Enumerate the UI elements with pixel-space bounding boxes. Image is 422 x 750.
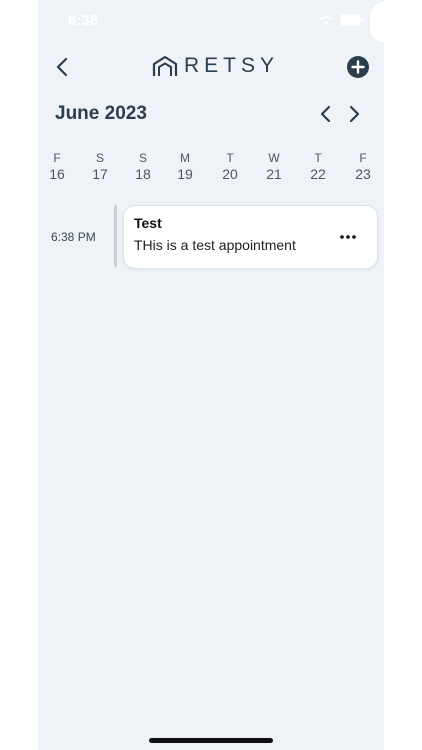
chevron-right-icon [349,105,360,123]
month-header: June 2023 [38,100,384,128]
day-number: 20 [222,166,238,182]
day-fri-16[interactable]: F 16 [42,152,72,183]
day-letter: T [314,151,322,165]
day-number: 17 [92,166,108,182]
day-sat-17[interactable]: S 17 [85,152,115,183]
day-number: 16 [49,166,65,182]
day-letter: S [138,151,147,165]
day-letter: S [95,151,104,165]
day-number: 22 [310,166,326,182]
status-time: 6:38 [68,12,99,29]
day-letter: F [359,151,367,165]
appointment-title: Test [134,215,162,231]
day-letter: F [53,151,61,165]
day-number: 18 [135,166,151,182]
day-letter: T [226,151,234,165]
add-appointment-button[interactable] [346,55,370,79]
day-fri-23[interactable]: F 23 [348,152,378,183]
day-letter: W [268,151,280,165]
home-indicator [149,738,273,743]
appointment-card[interactable]: Test THis is a test appointment [123,205,378,269]
week-strip: F 16 S 17 S 18 M 19 T 20 W 21 T 22 F 23 [38,152,384,186]
appointment-description: THis is a test appointment [134,237,296,253]
day-letter: M [180,151,190,165]
logo-text: RETSY [184,54,280,77]
battery-icon [340,14,364,26]
back-button[interactable] [50,55,74,79]
status-bar: 6:38 [38,0,384,44]
day-number: 21 [266,166,282,182]
chevron-left-icon [56,57,68,77]
day-sun-18[interactable]: S 18 [128,152,158,183]
day-mon-19[interactable]: M 19 [170,152,200,183]
day-number: 19 [177,166,193,182]
day-wed-21[interactable]: W 21 [259,152,289,183]
timeline-bar [114,205,117,267]
more-horizontal-icon [340,235,356,239]
status-icons [318,14,364,26]
day-number: 23 [355,166,371,182]
nav-bar: RETSY [38,48,384,86]
chevron-left-icon [320,105,331,123]
wifi-icon [319,16,333,25]
appointment-more-button[interactable] [339,228,357,246]
retsy-logo: RETSY [152,54,279,78]
appointment-time: 6:38 PM [51,230,96,244]
camera-cutout [370,2,384,42]
day-tue-20[interactable]: T 20 [215,152,245,183]
previous-week-button[interactable] [316,103,336,125]
month-title: June 2023 [55,103,147,124]
house-logo-icon [152,55,178,76]
plus-circle-icon [347,56,369,78]
app-screen: 6:38 RETSY June 2023 F 16 S 17 S 18 M 19… [38,0,384,750]
day-thu-22[interactable]: T 22 [303,152,333,183]
next-week-button[interactable] [344,103,364,125]
